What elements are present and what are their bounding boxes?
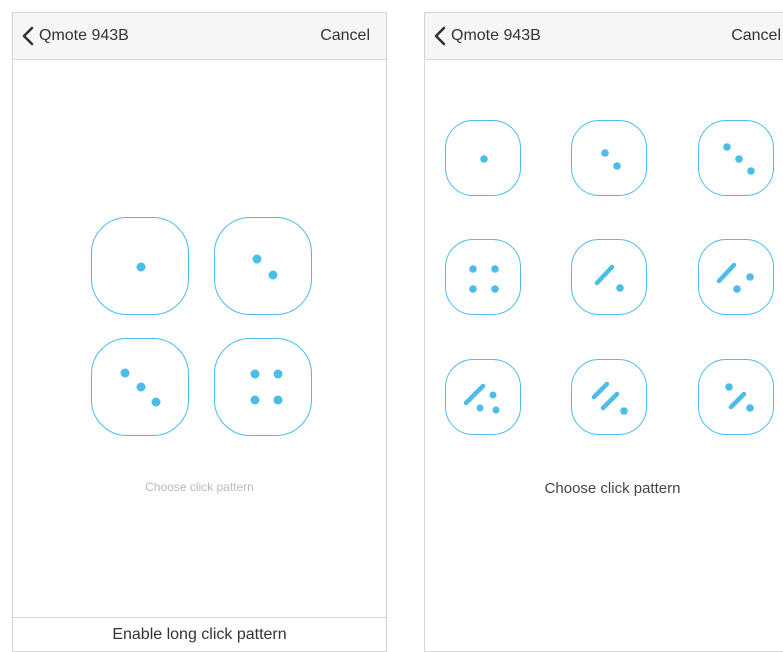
pattern-double-click[interactable] (214, 217, 312, 315)
caption: Choose click pattern (544, 480, 681, 497)
back-label: Qmote 943B (39, 27, 129, 44)
long-press-two-dots-icon (463, 383, 500, 414)
back-label: Qmote 943B (451, 27, 541, 44)
double-long-press-icon (591, 381, 628, 415)
pattern-long-click-then-click[interactable] (698, 239, 774, 315)
right-screen: Qmote 943B Cancel Choose click pattern (424, 12, 783, 652)
cancel-button[interactable]: Cancel (320, 13, 370, 59)
cancel-button[interactable]: Cancel (731, 13, 781, 59)
chevron-left-icon (434, 26, 446, 46)
caption: Choose click pattern (145, 480, 254, 494)
two-dots-icon (601, 149, 621, 170)
pattern-long-click-then-double-click[interactable] (445, 359, 521, 435)
four-dots-icon (250, 369, 283, 405)
four-dots-icon (469, 265, 499, 293)
single-dot-icon (136, 262, 146, 272)
pattern-double-click[interactable] (571, 120, 647, 196)
three-dots-icon (723, 143, 755, 175)
pattern-single-click[interactable] (445, 120, 521, 196)
pattern-click-then-long-click[interactable] (698, 359, 774, 435)
long-press-dots-icon (716, 262, 754, 293)
pattern-single-click[interactable] (91, 217, 189, 315)
pattern-double-long-click[interactable] (571, 359, 647, 435)
two-dots-icon (252, 254, 278, 280)
pattern-triple-click[interactable] (698, 120, 774, 196)
dot-long-press-icon (725, 383, 754, 412)
back-button[interactable]: Qmote 943B (21, 13, 129, 59)
chevron-left-icon (22, 26, 34, 46)
enable-long-click-button[interactable]: Enable long click pattern (13, 617, 386, 651)
long-press-icon (594, 264, 624, 292)
back-button[interactable]: Qmote 943B (433, 13, 541, 59)
three-dots-icon (120, 368, 161, 407)
navigation-bar: Qmote 943B Cancel (425, 13, 783, 60)
pattern-quadruple-click[interactable] (445, 239, 521, 315)
pattern-long-click[interactable] (571, 239, 647, 315)
navigation-bar: Qmote 943B Cancel (13, 13, 386, 60)
left-screen: Qmote 943B Cancel Choose click pattern E… (12, 12, 387, 652)
pattern-quadruple-click[interactable] (214, 338, 312, 436)
single-dot-icon (480, 155, 488, 163)
pattern-triple-click[interactable] (91, 338, 189, 436)
